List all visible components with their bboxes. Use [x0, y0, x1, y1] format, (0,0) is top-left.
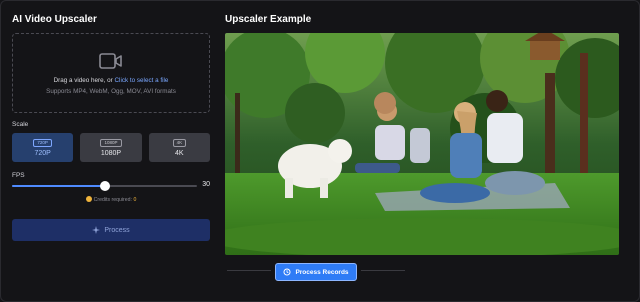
video-dropzone[interactable]: Drag a video here, or Click to select a … — [12, 33, 210, 113]
process-records-button[interactable]: Process Records — [275, 263, 357, 281]
video-camera-icon — [99, 53, 122, 69]
fps-value: 30 — [202, 181, 210, 188]
resolution-label: 720P — [34, 149, 51, 157]
resolution-tag: 720P — [33, 138, 52, 147]
fps-slider-thumb[interactable] — [99, 181, 110, 191]
sparkle-icon — [92, 226, 101, 234]
upscaler-title: AI Video Upscaler — [12, 14, 97, 25]
scale-option-720p[interactable]: 720P 720P — [12, 133, 74, 162]
scale-option-1080p[interactable]: 1080P 1080P — [80, 133, 142, 162]
scale-label: Scale — [12, 121, 29, 128]
credits-text: Credits required: — [93, 197, 132, 203]
supported-formats: Supports MP4, WebM, Ogg, MOV, AVI format… — [46, 88, 176, 95]
process-button-label: Process — [104, 226, 130, 234]
scale-option-4k[interactable]: 4K 4K — [148, 133, 210, 162]
process-records-label: Process Records — [295, 268, 349, 276]
divider-right — [361, 270, 405, 271]
credits-info: Credits required: 0 — [12, 196, 210, 203]
example-image — [225, 33, 619, 255]
select-file-link[interactable]: Click to select a file — [115, 77, 169, 84]
fps-label: FPS — [12, 172, 25, 179]
divider-left — [227, 270, 271, 271]
credits-amount: 0 — [133, 197, 137, 203]
dropzone-prompt-text: Drag a video here, or — [53, 77, 115, 84]
resolution-label: 4K — [175, 149, 184, 157]
process-button[interactable]: Process — [12, 219, 210, 241]
history-icon — [283, 268, 291, 276]
resolution-tag: 1080P — [100, 138, 122, 147]
resolution-tag: 4K — [172, 138, 187, 147]
coin-icon — [85, 196, 92, 202]
fps-slider-row: 30 — [12, 181, 210, 191]
scale-options: 720P 720P 1080P 1080P 4K 4K — [12, 133, 210, 162]
example-title: Upscaler Example — [225, 14, 312, 25]
dropzone-prompt: Drag a video here, or Click to select a … — [54, 77, 169, 84]
fps-slider-track[interactable] — [12, 181, 197, 191]
resolution-label: 1080P — [100, 149, 122, 157]
fps-slider-fill — [12, 185, 105, 187]
